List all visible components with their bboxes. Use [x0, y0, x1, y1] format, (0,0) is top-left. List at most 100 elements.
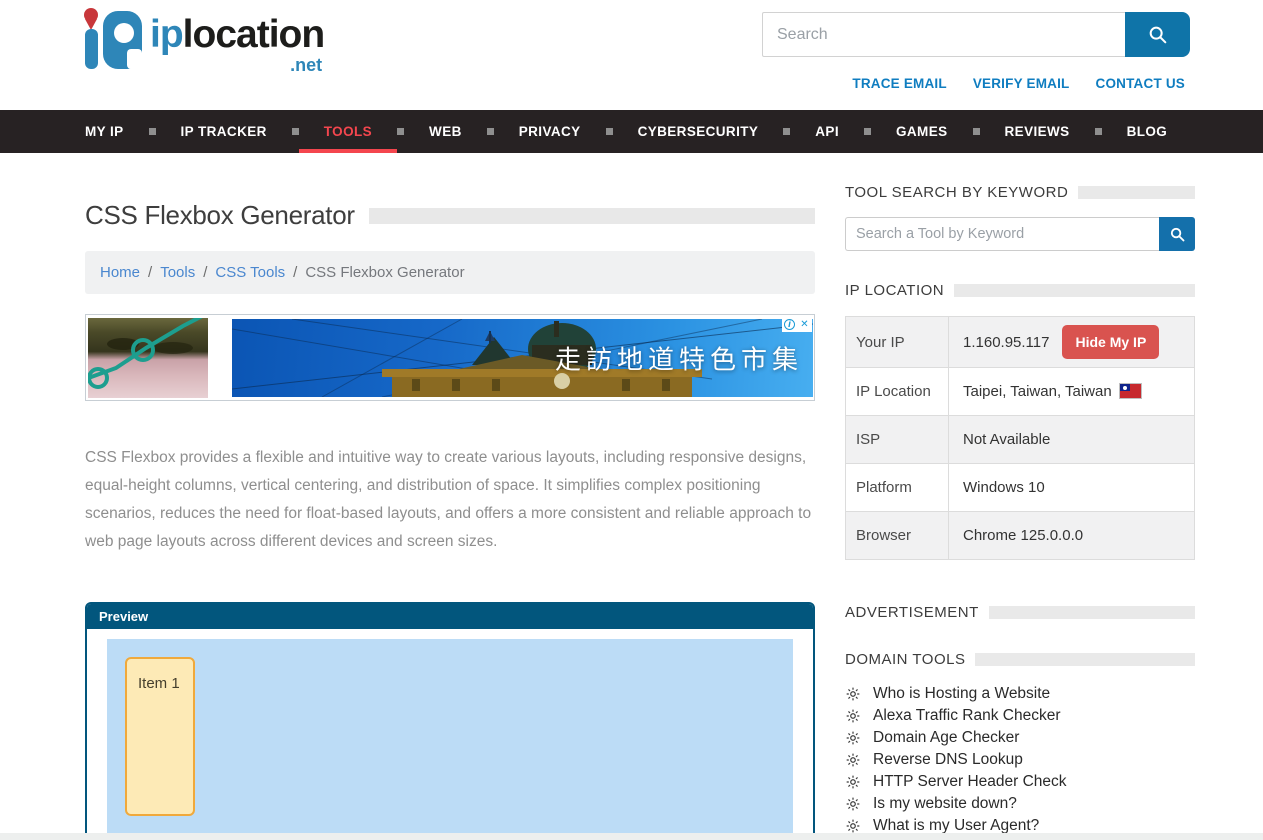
gear-icon — [845, 686, 861, 702]
nav-separator — [1095, 128, 1102, 135]
breadcrumb-separator: / — [148, 264, 152, 281]
main-column: CSS Flexbox Generator Home / Tools / CSS Too… — [85, 200, 815, 840]
tool-search-heading-row: TOOL SEARCH BY KEYWORD — [845, 184, 1195, 201]
gear-icon — [845, 708, 861, 724]
list-item[interactable]: Who is Hosting a Website — [845, 683, 1195, 705]
nav-item-web[interactable]: WEB — [404, 110, 487, 153]
nav-separator — [606, 128, 613, 135]
list-item[interactable]: Domain Age Checker — [845, 727, 1195, 749]
row-label: ISP — [846, 416, 949, 464]
tool-search-form — [845, 217, 1195, 251]
table-row: Your IP 1.160.95.117 Hide My IP — [846, 317, 1195, 368]
header-search-button[interactable] — [1125, 12, 1190, 57]
nav-item-reviews[interactable]: REVIEWS — [980, 110, 1095, 153]
tool-search-heading: TOOL SEARCH BY KEYWORD — [845, 184, 1068, 201]
nav-item-privacy[interactable]: PRIVACY — [494, 110, 606, 153]
heading-decorative-bar — [954, 284, 1195, 297]
sidebar: TOOL SEARCH BY KEYWORD IP LOCATION Y — [845, 184, 1195, 840]
nav-separator — [292, 128, 299, 135]
nav-item-api[interactable]: API — [790, 110, 864, 153]
tool-search-input[interactable] — [845, 217, 1159, 251]
logo-text-location: location — [183, 13, 325, 56]
tool-link[interactable]: Is my website down? — [873, 795, 1017, 813]
table-row: IP Location Taipei, Taiwan, Taiwan — [846, 368, 1195, 416]
bottom-strip — [0, 833, 1263, 840]
adchoices-close-icon[interactable]: ✕ — [797, 317, 812, 332]
breadcrumb-current: CSS Flexbox Generator — [305, 264, 464, 281]
table-row: Platform Windows 10 — [846, 464, 1195, 512]
tool-link[interactable]: HTTP Server Header Check — [873, 773, 1067, 791]
tool-link[interactable]: Reverse DNS Lookup — [873, 751, 1023, 769]
header-search-input[interactable] — [762, 12, 1125, 57]
logo-text-net: .net — [150, 56, 324, 74]
browser-value: Chrome 125.0.0.0 — [949, 512, 1195, 560]
tool-search-button[interactable] — [1159, 217, 1195, 251]
gear-icon — [845, 730, 861, 746]
ad-image-landscape — [88, 318, 208, 398]
trace-email-link[interactable]: TRACE EMAIL — [852, 76, 946, 91]
tool-link[interactable]: Domain Age Checker — [873, 729, 1019, 747]
nav-separator — [973, 128, 980, 135]
ad-image-building: 走訪地道特色市集 — [232, 319, 813, 397]
tool-description: CSS Flexbox provides a flexible and intu… — [85, 444, 815, 556]
hide-my-ip-button[interactable]: Hide My IP — [1062, 325, 1159, 359]
domain-tools-heading-row: DOMAIN TOOLS — [845, 651, 1195, 668]
site-header: iplocation .net TRACE EMAIL VERIFY EMAIL… — [0, 0, 1263, 110]
flex-preview-container: Item 1 — [107, 639, 793, 836]
nav-separator — [487, 128, 494, 135]
heading-decorative-bar — [1078, 186, 1195, 199]
logo-ip-icon — [78, 5, 144, 73]
advertisement-heading-row: ADVERTISEMENT — [845, 604, 1195, 621]
nav-item-tools[interactable]: TOOLS — [299, 110, 397, 153]
gear-icon — [845, 818, 861, 834]
nav-item-blog[interactable]: BLOG — [1102, 110, 1193, 153]
domain-tools-list: Who is Hosting a Website Alexa Traffic R… — [845, 683, 1195, 837]
row-label: Platform — [846, 464, 949, 512]
table-row: ISP Not Available — [846, 416, 1195, 464]
row-label: Your IP — [846, 317, 949, 368]
nav-item-cybersecurity[interactable]: CYBERSECURITY — [613, 110, 784, 153]
nav-item-ip-tracker[interactable]: IP TRACKER — [156, 110, 292, 153]
breadcrumb-css-tools[interactable]: CSS Tools — [215, 264, 285, 281]
your-ip-value: 1.160.95.117 — [963, 334, 1049, 351]
taiwan-flag-icon — [1120, 384, 1141, 398]
ad-caption-text: 走訪地道特色市集 — [555, 339, 803, 376]
ad-banner[interactable]: 走訪地道特色市集 i ✕ — [85, 314, 815, 401]
verify-email-link[interactable]: VERIFY EMAIL — [973, 76, 1070, 91]
nav-item-my-ip[interactable]: MY IP — [85, 110, 149, 153]
list-item[interactable]: HTTP Server Header Check — [845, 771, 1195, 793]
preview-panel-header: Preview — [87, 604, 813, 629]
title-decorative-bar — [369, 208, 815, 224]
adchoices-info-icon[interactable]: i — [782, 317, 797, 332]
nav-item-games[interactable]: GAMES — [871, 110, 973, 153]
tool-link[interactable]: Alexa Traffic Rank Checker — [873, 707, 1061, 725]
header-links: TRACE EMAIL VERIFY EMAIL CONTACT US — [852, 76, 1185, 91]
nav-separator — [397, 128, 404, 135]
search-icon — [1147, 24, 1169, 46]
nav-separator — [864, 128, 871, 135]
row-label: IP Location — [846, 368, 949, 416]
list-item[interactable]: Alexa Traffic Rank Checker — [845, 705, 1195, 727]
breadcrumb-home[interactable]: Home — [100, 264, 140, 281]
nav-separator — [149, 128, 156, 135]
list-item[interactable]: Is my website down? — [845, 793, 1195, 815]
gear-icon — [845, 796, 861, 812]
breadcrumb-tools[interactable]: Tools — [160, 264, 195, 281]
search-icon — [1169, 226, 1186, 243]
page: iplocation .net TRACE EMAIL VERIFY EMAIL… — [0, 0, 1263, 840]
contact-us-link[interactable]: CONTACT US — [1096, 76, 1186, 91]
tool-link[interactable]: Who is Hosting a Website — [873, 685, 1050, 703]
breadcrumb-separator: / — [203, 264, 207, 281]
title-row: CSS Flexbox Generator — [85, 200, 815, 231]
flex-preview-item-1[interactable]: Item 1 — [125, 657, 195, 816]
gear-icon — [845, 752, 861, 768]
breadcrumb: Home/Tools/CSS Tools/CSS Flexbox Generat… — [85, 251, 815, 294]
ip-location-table: Your IP 1.160.95.117 Hide My IP IP Locat… — [845, 316, 1195, 560]
ip-location-value: Taipei, Taiwan, Taiwan — [963, 383, 1112, 400]
header-search — [762, 12, 1190, 57]
main-nav: MY IP IP TRACKER TOOLS WEB PRIVACY CYBER… — [0, 110, 1263, 153]
preview-panel: Preview Item 1 — [85, 602, 815, 840]
list-item[interactable]: Reverse DNS Lookup — [845, 749, 1195, 771]
site-logo[interactable]: iplocation .net — [78, 5, 324, 74]
heading-decorative-bar — [989, 606, 1195, 619]
